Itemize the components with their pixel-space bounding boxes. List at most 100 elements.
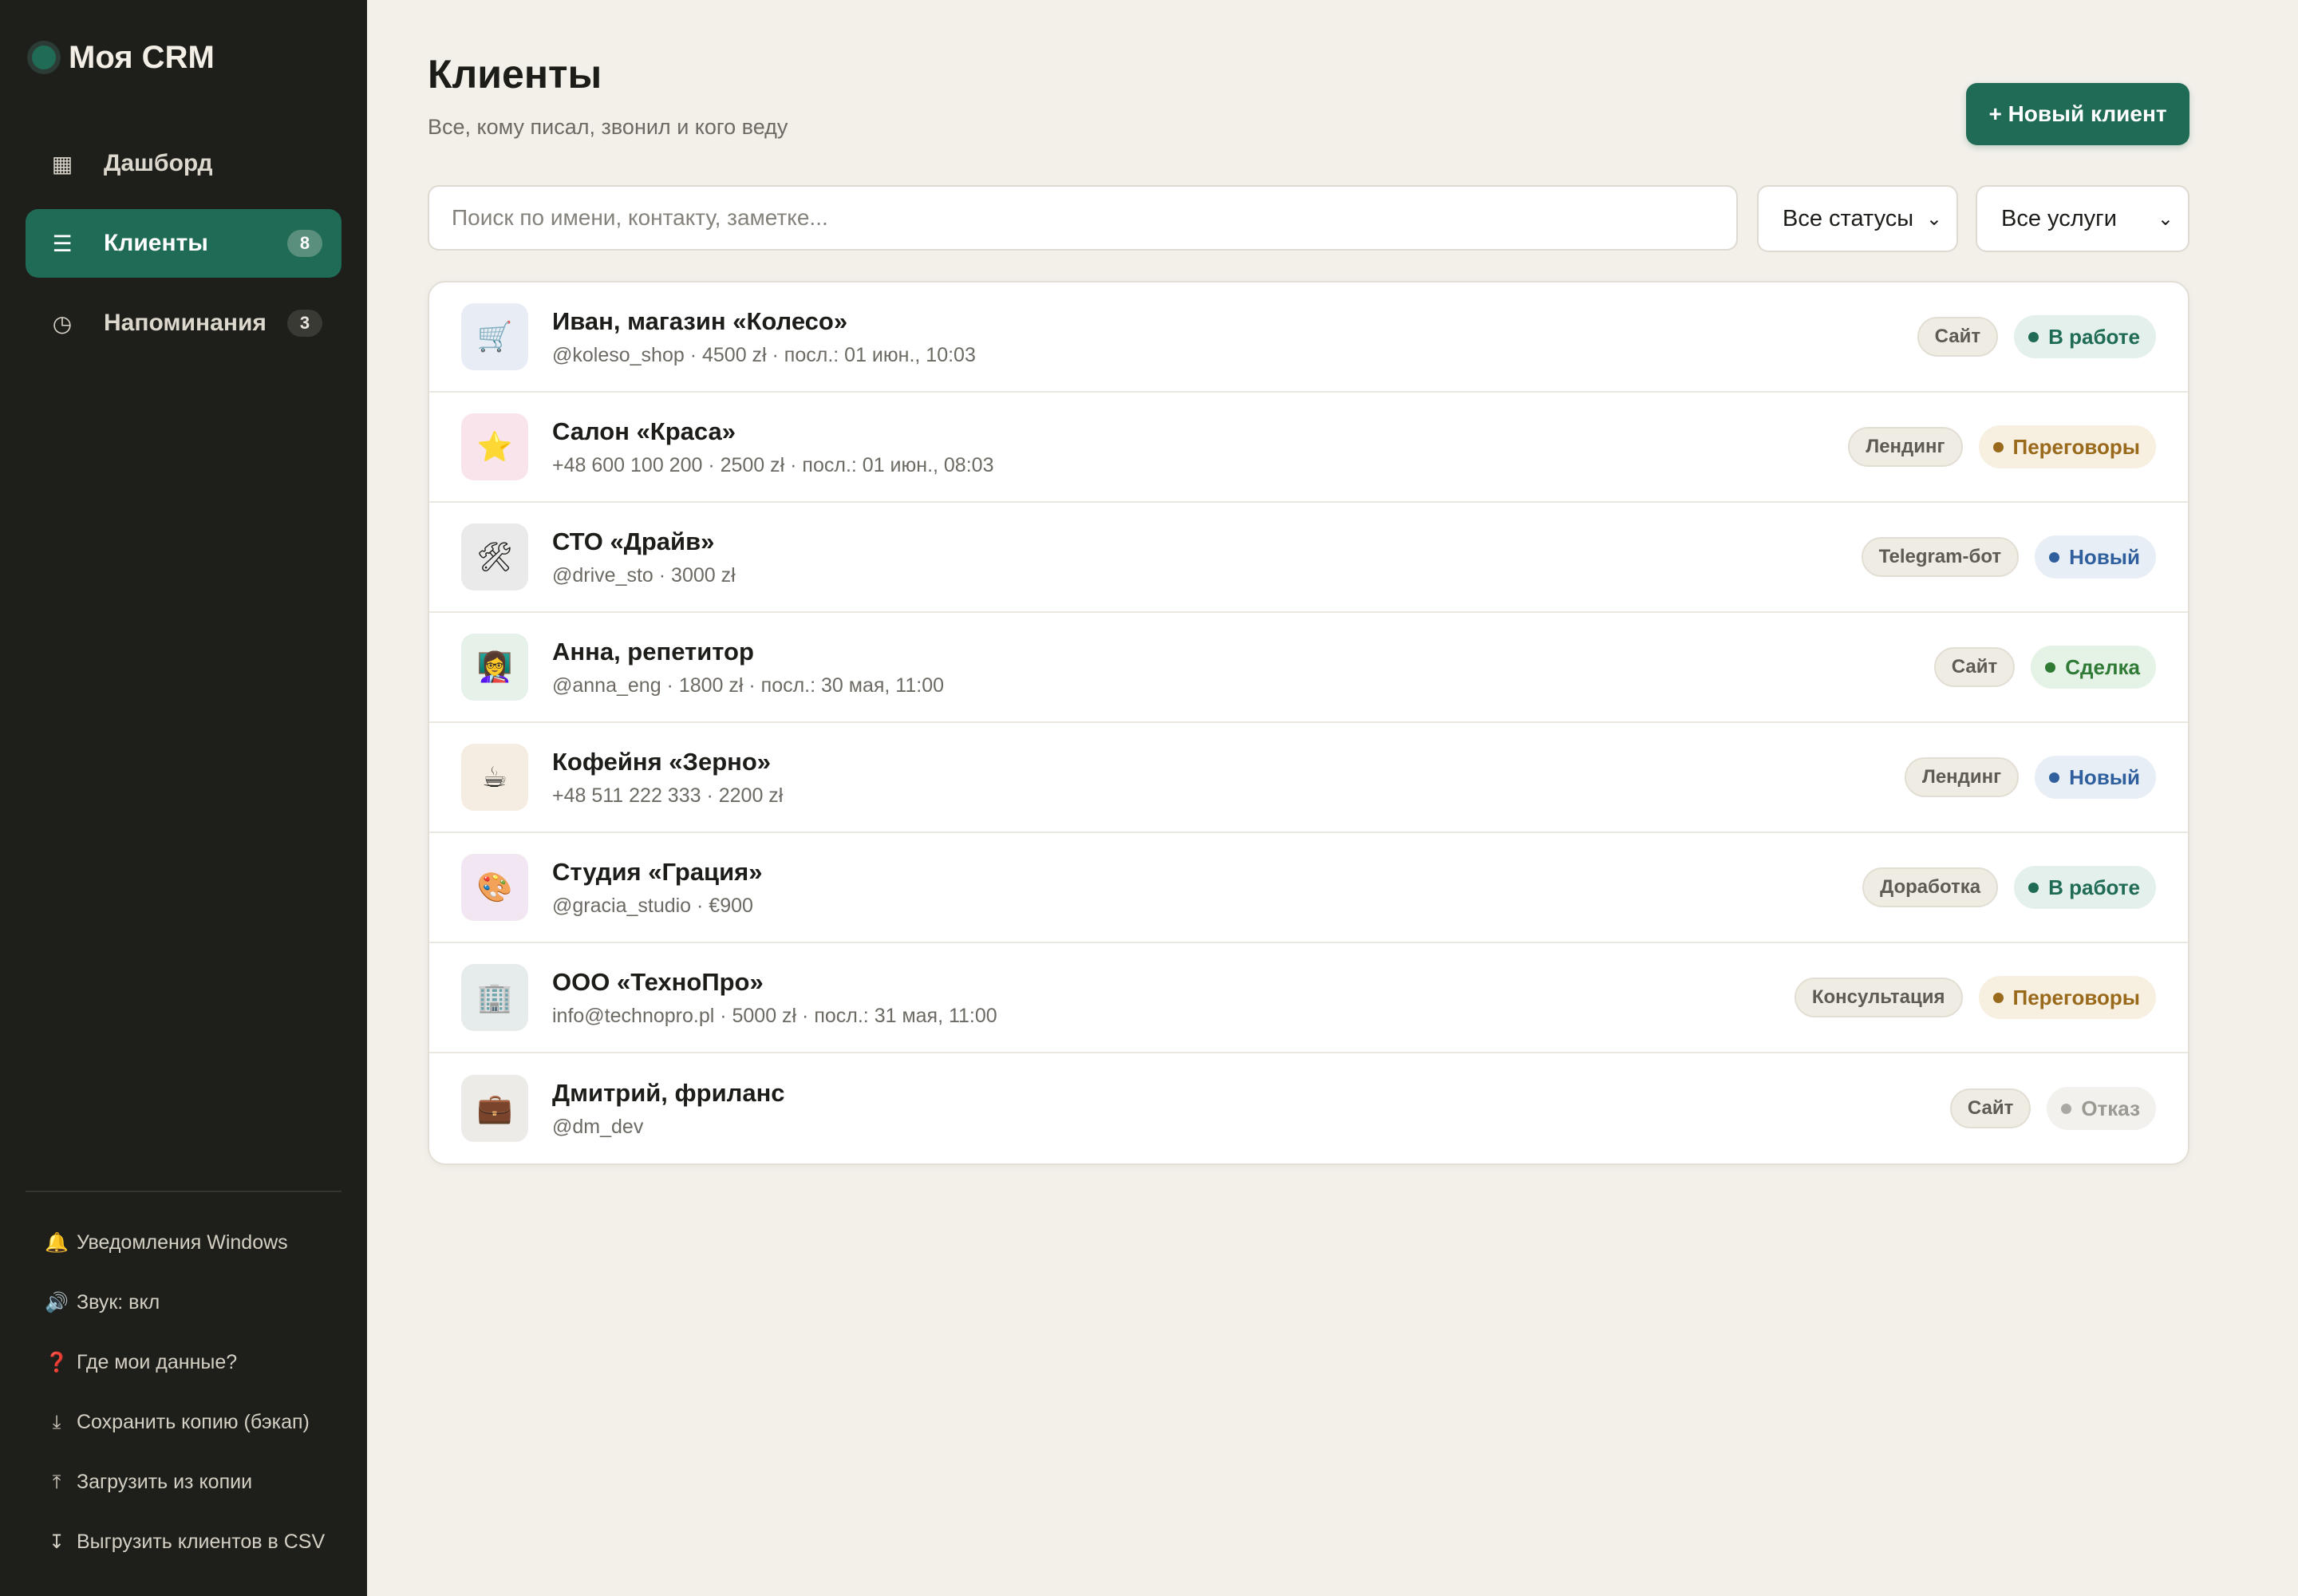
status-label: Переговоры	[2012, 434, 2140, 459]
service-tag: Доработка	[1862, 867, 1999, 907]
client-tags: Лендинг Переговоры	[1848, 425, 2156, 468]
office-building-icon: 🏢	[461, 964, 528, 1031]
client-row[interactable]: 💼 Дмитрий, фриланс @dm_dev Сайт Отказ	[429, 1053, 2188, 1163]
client-name: ООО «ТехноПро»	[552, 967, 764, 996]
client-meta: @gracia_studio · €900	[552, 894, 753, 917]
status-badge: В работе	[2014, 315, 2156, 358]
save-backup-button[interactable]: ⤓ Сохранить копию (бэкап)	[45, 1393, 348, 1452]
status-badge: Отказ	[2047, 1087, 2156, 1130]
service-tag: Сайт	[1933, 647, 2016, 687]
tools-icon: 🛠	[461, 523, 528, 591]
client-meta: @koleso_shop · 4500 zł · посл.: 01 июн.,…	[552, 343, 976, 366]
list-icon: ☰	[52, 231, 73, 256]
service-filter-select[interactable]: Все услуги ⌄	[1976, 185, 2189, 252]
client-info: СТО «Драйв» @drive_sto · 3000 zł	[552, 527, 1862, 587]
client-tags: Доработка В работе	[1862, 866, 2156, 909]
windows-notifications-button[interactable]: 🔔 Уведомления Windows	[45, 1213, 348, 1273]
grid-icon: ▦	[51, 151, 73, 176]
chevron-down-icon: ⌄	[2157, 207, 2174, 230]
coffee-icon: ☕	[461, 744, 528, 811]
client-meta: info@technopro.pl · 5000 zł · посл.: 31 …	[552, 1004, 997, 1027]
status-label: Новый	[2069, 544, 2140, 569]
sidebar-item-clients[interactable]: ☰ Клиенты 8	[26, 209, 342, 278]
status-filter-select[interactable]: Все статусы ⌄	[1757, 185, 1958, 252]
status-label: Отказ	[2081, 1096, 2140, 1120]
export-icon: ↧	[48, 1531, 65, 1553]
status-badge: Переговоры	[1978, 976, 2156, 1019]
client-row[interactable]: 👩‍🏫 Анна, репетитор @anna_eng · 1800 zł · …	[429, 613, 2188, 723]
app-title: Моя CRM	[69, 39, 215, 75]
question-icon: ❓	[45, 1352, 69, 1373]
action-label: Уведомления Windows	[77, 1231, 288, 1254]
client-row[interactable]: 🎨 Студия «Грация» @gracia_studio · €900 Дор…	[429, 833, 2188, 943]
status-dot-icon	[2028, 882, 2039, 893]
cart-icon: 🛒	[461, 303, 528, 370]
where-is-data-button[interactable]: ❓ Где мои данные?	[45, 1333, 348, 1393]
service-filter-value: Все услуги	[2001, 205, 2117, 231]
status-dot-icon	[2049, 772, 2060, 783]
sidebar-item-dashboard[interactable]: ▦ Дашборд	[26, 129, 342, 198]
service-tag: Лендинг	[1904, 757, 2020, 797]
status-label: Новый	[2069, 764, 2140, 789]
palette-icon: 🎨	[461, 854, 528, 921]
client-info: Салон «Краса» +48 600 100 200 · 2500 zł ·…	[552, 417, 1848, 477]
client-tags: Лендинг Новый	[1904, 756, 2156, 799]
sidebar-divider	[26, 1191, 342, 1192]
sidebar: Моя CRM ▦ Дашборд ☰ Клиенты 8 ◷ Напомина…	[0, 0, 367, 1596]
client-meta: +48 600 100 200 · 2500 zł · посл.: 01 ию…	[552, 453, 994, 476]
client-name: Студия «Грация»	[552, 857, 763, 886]
action-label: Звук: вкл	[77, 1291, 160, 1314]
client-row[interactable]: ☕ Кофейня «Зерно» +48 511 222 333 · 2200 z…	[429, 723, 2188, 833]
client-row[interactable]: ⭐ Салон «Краса» +48 600 100 200 · 2500 zł …	[429, 393, 2188, 503]
client-name: СТО «Драйв»	[552, 527, 715, 555]
status-dot-icon	[2061, 1103, 2072, 1114]
client-name: Дмитрий, фриланс	[552, 1078, 785, 1107]
client-name: Кофейня «Зерно»	[552, 747, 772, 776]
client-meta: @dm_dev	[552, 1115, 644, 1138]
export-csv-button[interactable]: ↧ Выгрузить клиентов в CSV	[45, 1512, 348, 1572]
client-row[interactable]: 🏢 ООО «ТехноПро» info@technopro.pl · 5000 …	[429, 943, 2188, 1053]
status-dot-icon	[2049, 551, 2060, 563]
client-info: Студия «Грация» @gracia_studio · €900	[552, 858, 1862, 918]
client-tags: Сайт Отказ	[1949, 1087, 2156, 1130]
action-label: Где мои данные?	[77, 1351, 238, 1373]
client-row[interactable]: 🛠 СТО «Драйв» @drive_sto · 3000 zł Telegram…	[429, 503, 2188, 613]
sidebar-item-reminders[interactable]: ◷ Напоминания 3	[26, 289, 342, 358]
service-tag: Консультация	[1794, 978, 1963, 1017]
client-row[interactable]: 🛒 Иван, магазин «Колесо» @koleso_shop · 45…	[429, 282, 2188, 393]
client-tags: Сайт Сделка	[1933, 646, 2156, 689]
status-label: В работе	[2048, 324, 2140, 349]
client-tags: Telegram-бот Новый	[1861, 535, 2156, 579]
client-info: ООО «ТехноПро» info@technopro.pl · 5000 z…	[552, 968, 1795, 1028]
sound-toggle-button[interactable]: 🔊 Звук: вкл	[45, 1273, 348, 1333]
brand-logo-icon	[32, 45, 56, 69]
sidebar-item-label: Дашборд	[104, 150, 213, 176]
status-badge: Новый	[2035, 535, 2156, 579]
client-name: Салон «Краса»	[552, 417, 736, 445]
briefcase-icon: 💼	[461, 1075, 528, 1142]
status-filter-value: Все статусы	[1783, 205, 1914, 231]
main-content: Клиенты Все, кому писал, звонил и кого в…	[367, 0, 2298, 1596]
clock-icon: ◷	[52, 310, 73, 336]
status-dot-icon	[1992, 441, 2004, 452]
status-badge: В работе	[2014, 866, 2156, 909]
status-badge: Новый	[2035, 756, 2156, 799]
upload-icon: ⤒	[52, 1471, 61, 1493]
status-dot-icon	[1992, 992, 2004, 1003]
client-name: Иван, магазин «Колесо»	[552, 306, 848, 335]
new-client-button[interactable]: + Новый клиент	[1966, 83, 2189, 145]
action-label: Сохранить копию (бэкап)	[77, 1411, 310, 1433]
client-tags: Консультация Переговоры	[1794, 976, 2156, 1019]
client-meta: @anna_eng · 1800 zł · посл.: 30 мая, 11:…	[552, 674, 945, 697]
client-info: Дмитрий, фриланс @dm_dev	[552, 1079, 1950, 1139]
clients-count-badge: 8	[287, 230, 322, 257]
search-input[interactable]	[428, 185, 1738, 251]
status-badge: Переговоры	[1978, 425, 2156, 468]
speaker-icon: 🔊	[45, 1292, 69, 1314]
page-subtitle: Все, кому писал, звонил и кого веду	[428, 115, 788, 139]
status-dot-icon	[2028, 331, 2039, 342]
load-backup-button[interactable]: ⤒ Загрузить из копии	[45, 1452, 348, 1512]
status-badge: Сделка	[2031, 646, 2156, 689]
service-tag: Сайт	[1949, 1088, 2031, 1128]
download-icon: ⤓	[52, 1411, 61, 1433]
